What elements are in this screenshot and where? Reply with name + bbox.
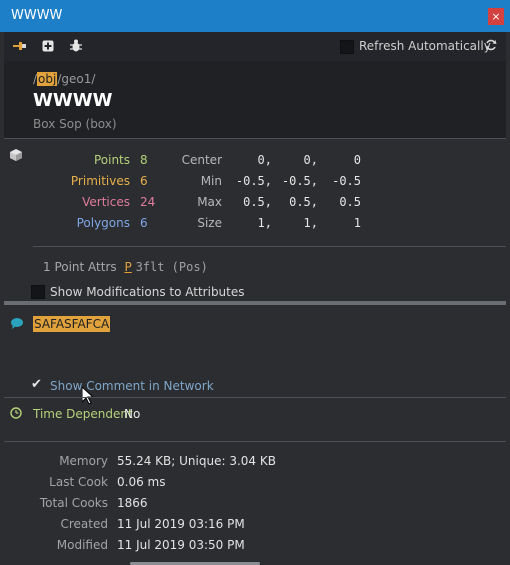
node-type: Box Sop (box) bbox=[33, 117, 117, 131]
section-splitter[interactable] bbox=[4, 301, 506, 305]
modified-value: 11 Jul 2019 03:50 PM bbox=[117, 538, 245, 552]
total-cooks-value: 1866 bbox=[117, 496, 148, 510]
show-comment-label[interactable]: Show Comment in Network bbox=[50, 379, 214, 393]
refresh-automatically-checkbox[interactable] bbox=[340, 40, 354, 54]
points-value: 8 bbox=[140, 153, 148, 167]
node-name: WWWW bbox=[33, 90, 113, 111]
geometry-icon bbox=[10, 149, 22, 164]
vertices-value: 24 bbox=[140, 195, 156, 209]
divider bbox=[4, 441, 506, 442]
path-rest[interactable]: /geo1/ bbox=[57, 72, 95, 86]
created-label: Created bbox=[60, 517, 109, 531]
center-z: 0 bbox=[353, 153, 361, 167]
center-x: 0, bbox=[257, 153, 272, 167]
comment-text[interactable]: SAFASFAFCA bbox=[33, 316, 111, 332]
primitives-value: 6 bbox=[140, 174, 148, 188]
last-cook-value: 0.06 ms bbox=[117, 475, 166, 489]
min-x: -0.5, bbox=[235, 174, 272, 188]
size-x: 1, bbox=[257, 216, 272, 230]
last-cook-label: Last Cook bbox=[49, 475, 108, 489]
center-label: Center bbox=[181, 153, 222, 167]
window-title: WWWW bbox=[11, 8, 63, 23]
time-dependent-label: Time Dependent bbox=[33, 407, 133, 421]
pin-icon[interactable] bbox=[13, 40, 27, 54]
close-button[interactable]: × bbox=[488, 8, 504, 25]
polygons-value: 6 bbox=[140, 216, 148, 230]
points-label: Points bbox=[93, 153, 130, 167]
bug-icon[interactable] bbox=[70, 39, 82, 55]
time-dependent-value: No bbox=[124, 407, 141, 421]
show-modifications-label[interactable]: Show Modifications to Attributes bbox=[50, 285, 245, 299]
refresh-automatically-label[interactable]: Refresh Automatically bbox=[359, 39, 491, 53]
node-path: /obj/geo1/ bbox=[33, 72, 95, 86]
total-cooks-label: Total Cooks bbox=[39, 496, 108, 510]
title-bar bbox=[0, 0, 510, 32]
comment-icon bbox=[11, 318, 23, 332]
show-comment-checkmark-icon[interactable]: ✔ bbox=[31, 377, 42, 392]
refresh-icon[interactable] bbox=[485, 39, 497, 54]
show-modifications-checkbox[interactable] bbox=[31, 285, 45, 299]
size-z: 1 bbox=[353, 216, 361, 230]
point-attrs-summary: 1 Point Attrs P 3flt (Pos) bbox=[43, 260, 208, 274]
divider bbox=[4, 138, 506, 139]
max-x: 0.5, bbox=[243, 195, 272, 209]
primitives-label: Primitives bbox=[70, 174, 130, 188]
min-z: -0.5 bbox=[332, 174, 361, 188]
min-label: Min bbox=[200, 174, 222, 188]
polygons-label: Polygons bbox=[76, 216, 130, 230]
created-value: 11 Jul 2019 03:16 PM bbox=[117, 517, 245, 531]
modified-label: Modified bbox=[56, 538, 108, 552]
divider bbox=[33, 246, 506, 247]
attr-p-link[interactable]: P bbox=[124, 260, 131, 274]
add-icon[interactable] bbox=[42, 40, 54, 55]
memory-value: 55.24 KB; Unique: 3.04 KB bbox=[117, 454, 276, 468]
vertices-label: Vertices bbox=[82, 195, 130, 209]
memory-label: Memory bbox=[59, 454, 108, 468]
divider bbox=[4, 397, 506, 398]
point-attrs-count: 1 Point Attrs bbox=[43, 260, 117, 274]
clock-icon bbox=[10, 407, 22, 422]
max-z: 0.5 bbox=[339, 195, 361, 209]
path-obj-link[interactable]: obj bbox=[37, 72, 58, 86]
max-label: Max bbox=[197, 195, 222, 209]
attr-detail: 3flt (Pos) bbox=[135, 260, 208, 274]
size-label: Size bbox=[197, 216, 222, 230]
